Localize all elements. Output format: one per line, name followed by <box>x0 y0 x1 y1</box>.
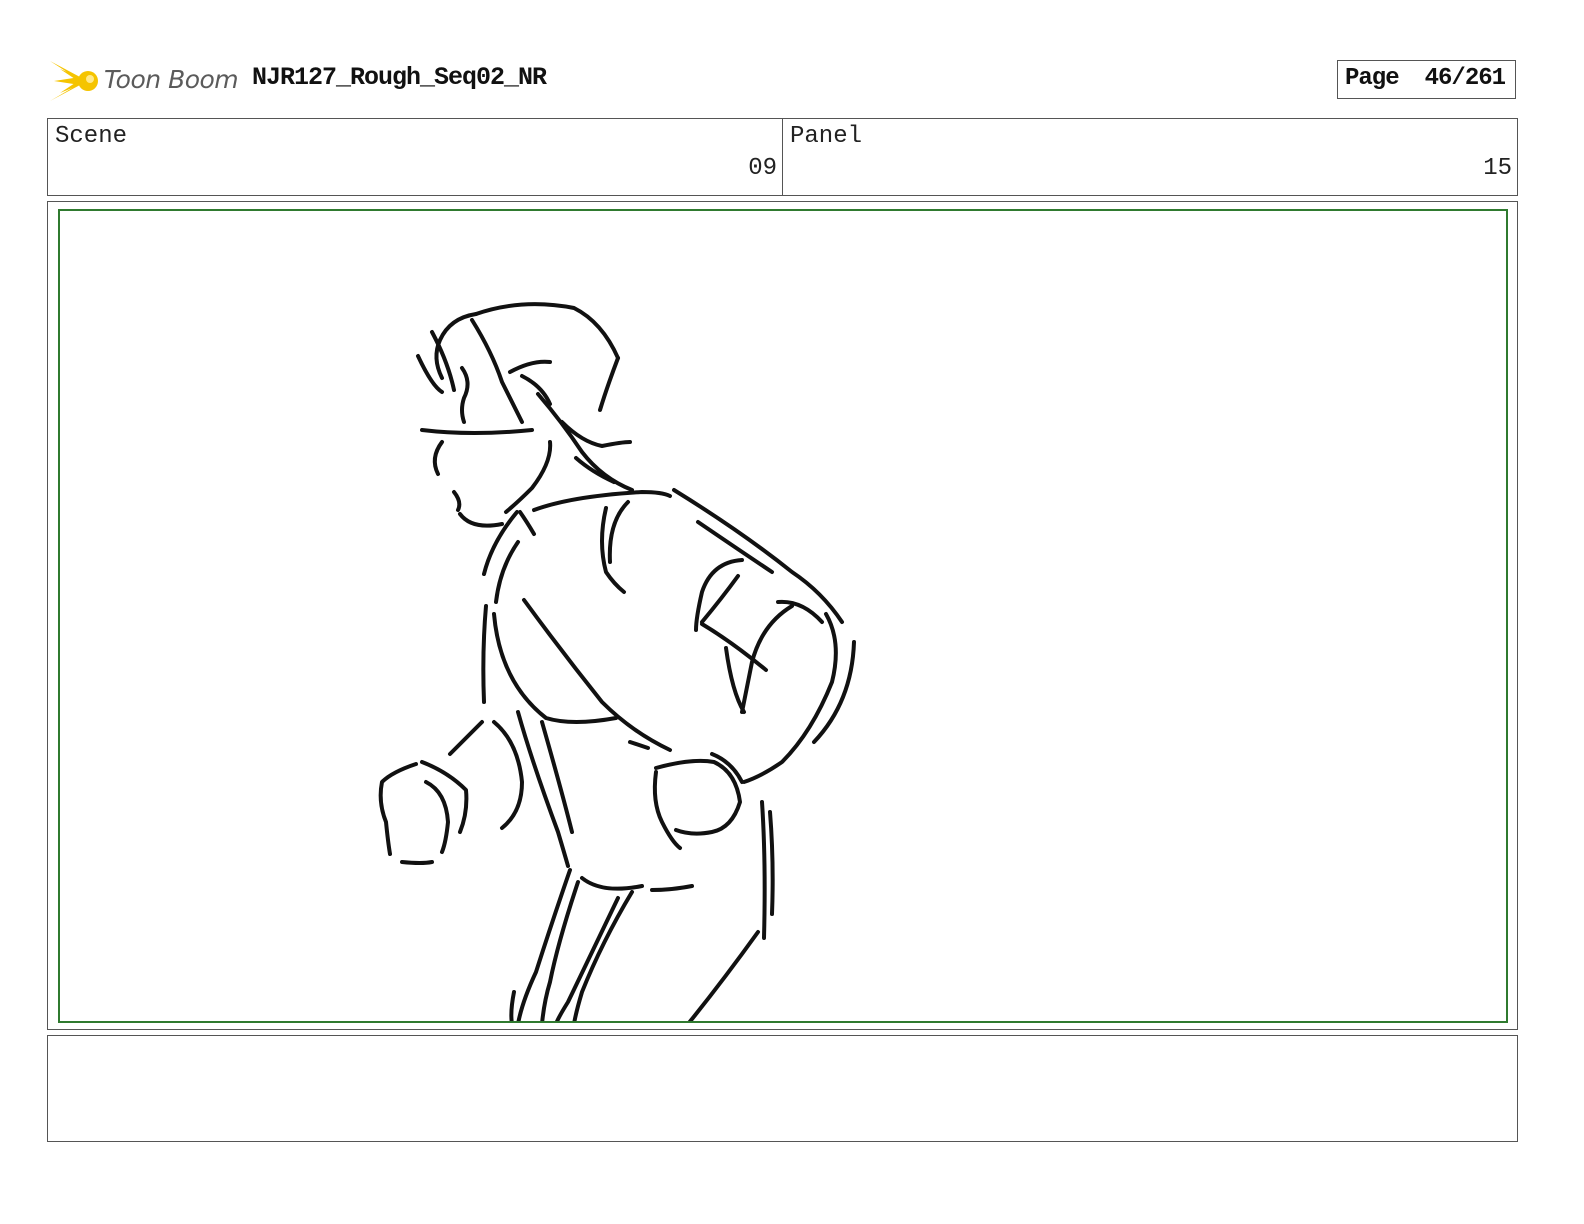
panel-value: 15 <box>1483 155 1512 182</box>
panel-label: Panel <box>790 123 863 150</box>
scene-value: 09 <box>748 155 777 182</box>
page-number: 46/261 <box>1424 65 1506 92</box>
panel-cell: Panel 15 <box>783 119 1517 195</box>
panel-notes-box <box>47 1035 1518 1142</box>
rough-sketch-drawing <box>378 302 856 1021</box>
logo-text: Toon Boom <box>104 65 239 94</box>
scene-cell: Scene 09 <box>48 119 783 195</box>
page-indicator: Page 46/261 <box>1337 60 1516 99</box>
starburst-icon <box>50 61 98 101</box>
page-label: Page <box>1345 65 1400 92</box>
document-title: NJR127_Rough_Seq02_NR <box>252 63 547 92</box>
panel-safe-frame <box>58 209 1508 1023</box>
scene-panel-row: Scene 09 Panel 15 <box>47 118 1518 196</box>
scene-label: Scene <box>55 123 128 150</box>
toon-boom-logo: Toon Boom <box>50 55 240 107</box>
